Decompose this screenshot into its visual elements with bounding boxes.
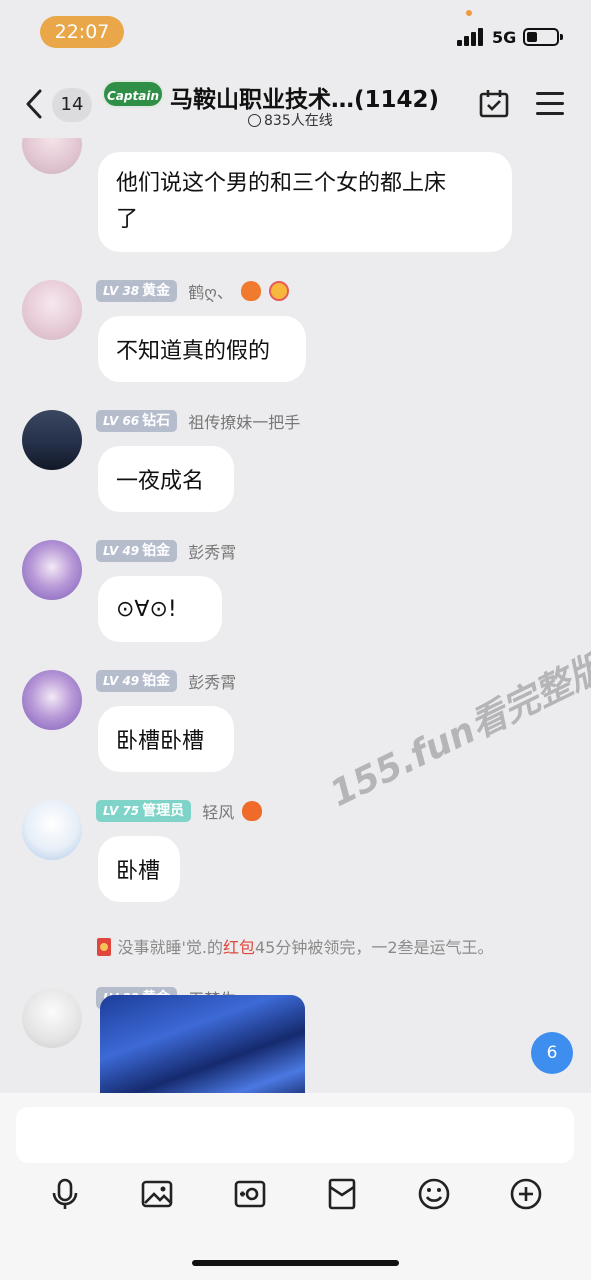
fire-icon [240, 281, 261, 301]
back-button[interactable]: 14 [22, 84, 92, 126]
calendar-check-icon[interactable] [478, 88, 510, 120]
battery-icon [523, 28, 563, 46]
plus-icon[interactable] [509, 1177, 543, 1211]
sender-meta: LV 66 钻石 祖传撩妹一把手 [96, 409, 300, 433]
sender-meta: LV 38 黄金 鹤ღ、 [96, 279, 290, 303]
online-count-text: 835人在线 [264, 113, 333, 129]
sender-name[interactable]: 彭秀霄 [188, 539, 236, 563]
level-badge: LV 49 铂金 [96, 670, 178, 692]
sender-name[interactable]: 轻风 [202, 799, 234, 823]
status-bar: 22:07 5G [0, 0, 591, 70]
red-packet-link[interactable]: 红包 [223, 938, 255, 957]
avatar[interactable] [22, 410, 82, 470]
sender-name[interactable]: 彭秀霄 [188, 669, 236, 693]
watermark-text: 155.fun看完整版 [323, 646, 591, 815]
message-text: 不知道真的假的 [116, 339, 271, 364]
composer-bar [0, 1093, 591, 1280]
avatar[interactable] [22, 988, 82, 1048]
avatar[interactable] [22, 670, 82, 730]
fire-icon [242, 801, 263, 821]
message-bubble[interactable]: 他们说这个男的和三个女的都上床 了 [98, 152, 512, 252]
message-bubble[interactable]: 不知道真的假的 [98, 316, 306, 382]
menu-icon[interactable] [536, 90, 566, 118]
avatar[interactable] [22, 540, 82, 600]
message-bubble[interactable]: 卧槽 [98, 836, 180, 902]
camera-icon[interactable] [233, 1177, 267, 1211]
group-logo: Captain [102, 80, 164, 108]
image-icon[interactable] [140, 1177, 174, 1211]
unread-count-badge: 14 [52, 88, 92, 122]
signal-icon [457, 28, 485, 46]
red-packet-notice: 没事就睡'觉.的红包45分钟被领完，一2叁是运气王。 [0, 934, 591, 958]
home-indicator[interactable] [192, 1260, 399, 1266]
sender-meta: LV 49 铂金 彭秀霄 [96, 539, 236, 563]
privacy-indicator [466, 10, 472, 16]
chevron-left-icon [26, 89, 42, 119]
status-time: 22:07 [40, 16, 124, 48]
sender-meta: LV 75 管理员 轻风 [96, 799, 263, 823]
message-text: ⊙∀⊙! [116, 596, 177, 622]
message-list[interactable]: 他们说这个男的和三个女的都上床 了 LV 38 黄金 鹤ღ、 不知道真的假的 LV… [0, 138, 591, 1093]
image-message[interactable] [100, 995, 305, 1093]
avatar[interactable] [22, 138, 82, 174]
avatar[interactable] [22, 280, 82, 340]
mic-icon[interactable] [48, 1177, 82, 1211]
emoji-icon[interactable] [417, 1177, 451, 1211]
sender-name[interactable]: 鹤ღ、 [188, 279, 233, 303]
message-bubble[interactable]: 卧槽卧槽 [98, 706, 234, 772]
message-input[interactable] [16, 1107, 574, 1163]
network-type: 5G [492, 28, 517, 47]
online-count: 835人在线 [248, 110, 333, 130]
avatar[interactable] [22, 800, 82, 860]
smile-badge-icon [269, 281, 290, 301]
level-badge: LV 75 管理员 [96, 800, 192, 822]
level-badge: LV 49 铂金 [96, 540, 178, 562]
sender-meta: LV 49 铂金 彭秀霄 [96, 669, 236, 693]
message-bubble[interactable]: ⊙∀⊙! [98, 576, 222, 642]
sender-name[interactable]: 祖传撩妹一把手 [188, 409, 300, 433]
message-text: 卧槽 [116, 859, 161, 884]
red-packet-icon [97, 938, 112, 956]
chat-header: 14 Captain 马鞍山职业技术…(1142) 835人在线 [0, 70, 591, 138]
message-text: 一夜成名 [116, 469, 205, 494]
level-badge: LV 66 钻石 [96, 410, 178, 432]
group-title[interactable]: 马鞍山职业技术…(1142) [170, 80, 439, 114]
red-packet-icon[interactable] [325, 1177, 359, 1211]
new-message-badge[interactable]: 6 [531, 1032, 573, 1074]
message-text: 卧槽卧槽 [116, 729, 205, 754]
message-bubble[interactable]: 一夜成名 [98, 446, 234, 512]
message-text: 他们说这个男的和三个女的都上床 [116, 171, 447, 196]
online-icon [248, 114, 261, 127]
message-text: 了 [116, 207, 139, 232]
level-badge: LV 38 黄金 [96, 280, 178, 302]
